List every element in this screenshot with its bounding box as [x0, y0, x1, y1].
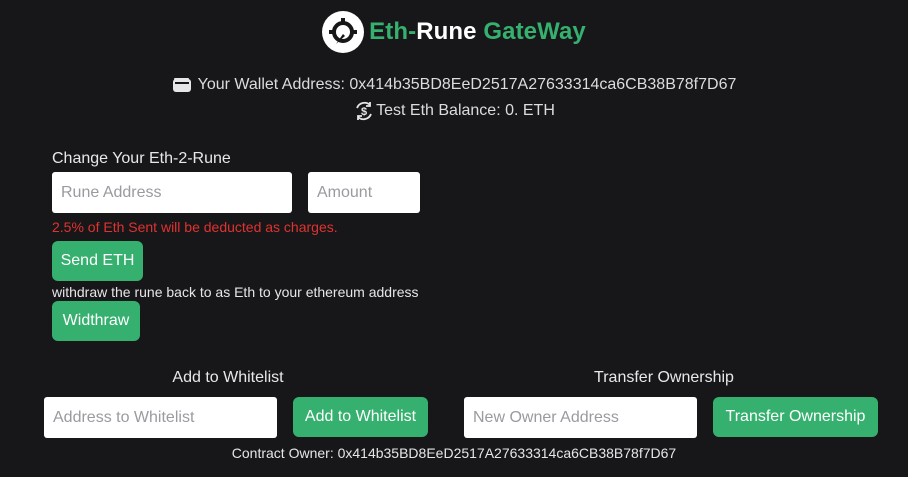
whitelist-address-input[interactable]	[44, 397, 277, 438]
withdraw-button[interactable]: Widthraw	[52, 301, 140, 341]
add-to-whitelist-button[interactable]: Add to Whitelist	[293, 397, 428, 437]
contract-owner-text: Contract Owner: 0x414b35BD8EeD2517A27633…	[231, 445, 677, 461]
new-owner-address-input[interactable]	[464, 397, 697, 438]
balance-text: Test Eth Balance: 0. ETH	[376, 102, 555, 119]
balance-row: $ Test Eth Balance: 0. ETH	[0, 99, 908, 123]
app-header: Eth-Rune GateWay	[0, 10, 908, 54]
send-eth-button[interactable]: Send ETH	[52, 241, 143, 281]
app-title: Eth-Rune GateWay	[369, 18, 586, 46]
wallet-address-row: Your Wallet Address: 0x414b35BD8EeD2517A…	[0, 74, 908, 96]
exchange-dollar-icon: $	[356, 101, 372, 121]
whitelist-heading: Add to Whitelist	[172, 369, 284, 386]
shield-logo-icon	[322, 11, 365, 53]
ownership-heading: Transfer Ownership	[594, 369, 734, 386]
wallet-address-text: Your Wallet Address: 0x414b35BD8EeD2517A…	[197, 76, 737, 93]
title-rune: Rune	[416, 18, 477, 45]
amount-input[interactable]	[308, 172, 420, 213]
title-eth: Eth-	[369, 18, 417, 45]
title-gateway: GateWay	[476, 18, 586, 45]
wallet-icon	[172, 78, 191, 92]
rune-address-input[interactable]	[52, 172, 292, 213]
charge-warning: 2.5% of Eth Sent will be deducted as cha…	[52, 219, 338, 235]
svg-text:$: $	[361, 106, 367, 118]
transfer-ownership-button[interactable]: Transfer Ownership	[713, 397, 878, 437]
exchange-heading: Change Your Eth-2-Rune	[52, 150, 231, 167]
withdraw-note: withdraw the rune back to as Eth to your…	[52, 284, 419, 300]
